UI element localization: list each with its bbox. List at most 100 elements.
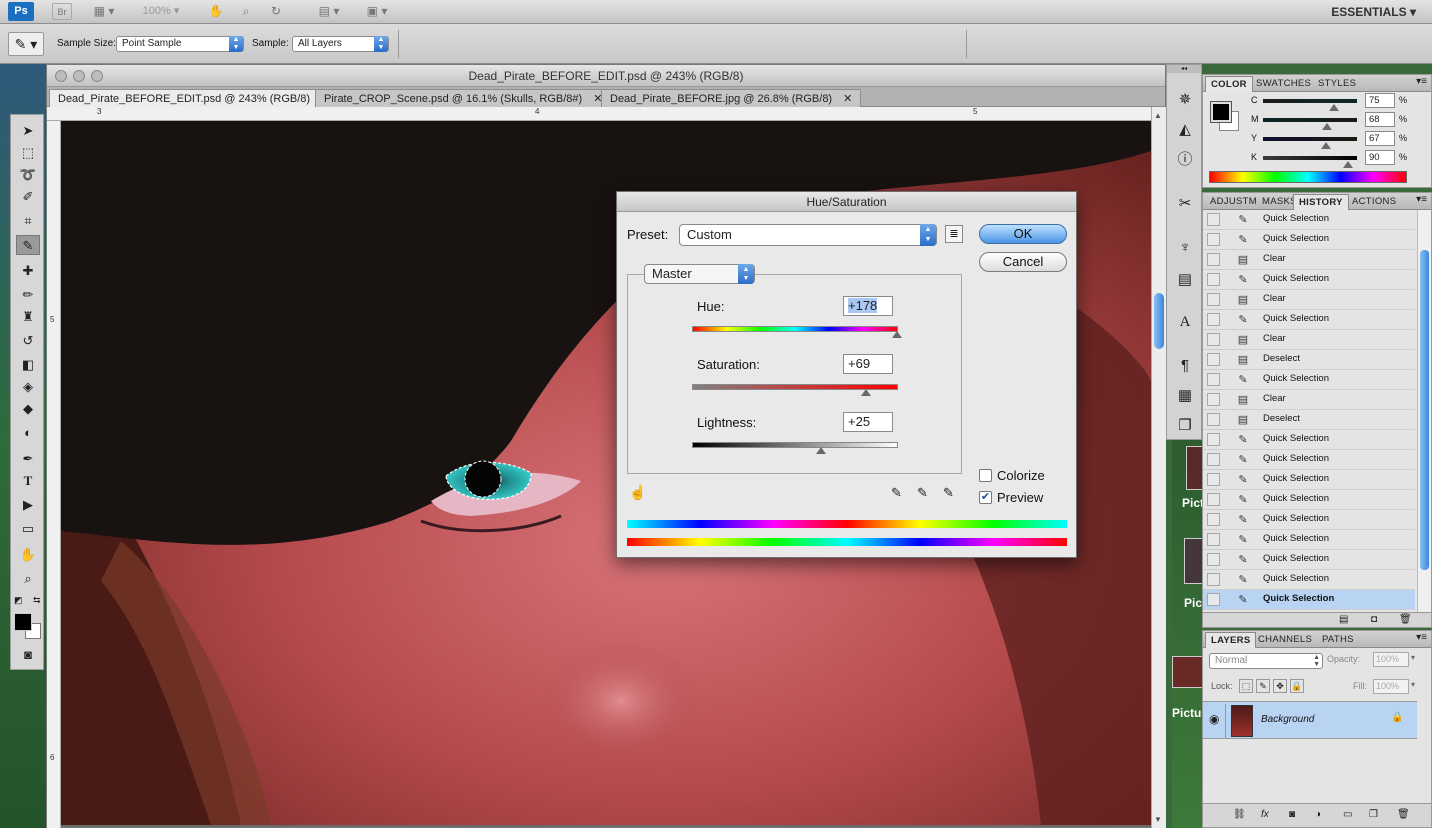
magenta-input[interactable]: 68	[1365, 112, 1395, 127]
saturation-input[interactable]: +69	[843, 354, 893, 374]
new-group-icon[interactable]: ▭	[1343, 809, 1352, 820]
history-state-row[interactable]: ✎ Quick Selection	[1203, 590, 1415, 610]
tab-adjustments[interactable]: ADJUSTM	[1205, 194, 1262, 210]
yellow-slider[interactable]	[1263, 137, 1357, 141]
layer-name[interactable]: Background	[1261, 714, 1314, 725]
trash-icon[interactable]: 🗑	[1397, 809, 1410, 820]
cyan-input[interactable]: 75	[1365, 93, 1395, 108]
hand-tool-icon[interactable]: ✋	[206, 3, 226, 20]
history-state-row[interactable]: ▤ Deselect	[1203, 350, 1415, 370]
preset-options-icon[interactable]: ≣	[945, 225, 963, 243]
history-brush-source-box[interactable]	[1207, 293, 1220, 306]
hue-input[interactable]: +178	[843, 296, 893, 316]
foreground-color-swatch[interactable]	[1210, 101, 1232, 123]
history-state-row[interactable]: ✎ Quick Selection	[1203, 470, 1415, 490]
history-state-row[interactable]: ✎ Quick Selection	[1203, 530, 1415, 550]
layer-row[interactable]: ◉ Background 🔒	[1203, 701, 1417, 739]
history-state-row[interactable]: ▤ Clear	[1203, 290, 1415, 310]
tab-paths[interactable]: PATHS	[1317, 632, 1359, 648]
lasso-tool-icon[interactable]: ➰	[16, 165, 40, 185]
history-brush-source-box[interactable]	[1207, 273, 1220, 286]
lightness-slider-track[interactable]	[692, 442, 898, 448]
lightness-slider-thumb[interactable]	[815, 447, 826, 454]
history-state-row[interactable]: ▤ Clear	[1203, 330, 1415, 350]
sample-dropdown[interactable]: All Layers ▲ ▼	[292, 36, 389, 52]
brush-presets-icon[interactable]: ✂	[1174, 193, 1196, 215]
lock-position-icon[interactable]: ✥	[1273, 679, 1287, 693]
history-state-row[interactable]: ✎ Quick Selection	[1203, 230, 1415, 250]
opacity-dropdown-icon[interactable]: ▾	[1411, 653, 1415, 662]
collapse-icon[interactable]: ◂◂	[1167, 65, 1201, 73]
type-tool-icon[interactable]: T	[16, 471, 40, 491]
history-state-row[interactable]: ✎ Quick Selection	[1203, 270, 1415, 290]
eraser-tool-icon[interactable]: ◧	[16, 355, 40, 375]
ok-button[interactable]: OK	[979, 224, 1067, 244]
cyan-slider[interactable]	[1263, 99, 1357, 103]
history-brush-source-box[interactable]	[1207, 313, 1220, 326]
eyedropper-preset-icon[interactable]: ✎ ▾	[8, 32, 44, 56]
history-brush-source-box[interactable]	[1207, 333, 1220, 346]
history-state-row[interactable]: ✎ Quick Selection	[1203, 210, 1415, 230]
layer-comps-icon[interactable]: ❐	[1174, 415, 1196, 437]
clone-source-icon[interactable]: ♆	[1174, 237, 1196, 259]
history-brush-source-box[interactable]	[1207, 253, 1220, 266]
color-ramp[interactable]	[1209, 171, 1407, 183]
cancel-button[interactable]: Cancel	[979, 252, 1067, 272]
history-state-row[interactable]: ▤ Clear	[1203, 390, 1415, 410]
workspace-switcher[interactable]: ESSENTIALS ▾	[1331, 0, 1416, 24]
tab-actions[interactable]: ACTIONS	[1347, 194, 1401, 210]
character-icon[interactable]: A	[1174, 311, 1196, 333]
history-brush-source-box[interactable]	[1207, 493, 1220, 506]
preview-checkbox[interactable]: ✔	[979, 491, 992, 504]
panel-menu-icon[interactable]: ▾≡	[1416, 194, 1427, 205]
history-state-row[interactable]: ✎ Quick Selection	[1203, 510, 1415, 530]
foreground-color-swatch[interactable]	[14, 613, 32, 631]
history-brush-source-box[interactable]	[1207, 433, 1220, 446]
history-brush-source-box[interactable]	[1207, 213, 1220, 226]
yellow-input[interactable]: 67	[1365, 131, 1395, 146]
tab-layers[interactable]: LAYERS	[1205, 632, 1257, 648]
snapshot-icon[interactable]: ◘	[1371, 614, 1377, 625]
history-brush-source-box[interactable]	[1207, 533, 1220, 546]
history-brush-source-box[interactable]	[1207, 413, 1220, 426]
document-tab[interactable]: Dead_Pirate_BEFORE_EDIT.psd @ 243% (RGB/…	[49, 89, 340, 107]
scrollbar-thumb[interactable]	[1154, 293, 1164, 349]
eyedropper-tool-icon[interactable]: ✎	[16, 235, 40, 255]
new-layer-icon[interactable]: ❐	[1369, 809, 1378, 820]
scroll-down-icon[interactable]: ▼	[1154, 815, 1162, 824]
tab-swatches[interactable]: SWATCHES	[1251, 76, 1316, 92]
quick-selection-tool-icon[interactable]: ✐	[16, 187, 40, 207]
hue-slider-thumb[interactable]	[891, 331, 902, 338]
desktop-file-label[interactable]: Pictu	[1172, 706, 1201, 720]
lock-transparency-icon[interactable]: ⬚	[1239, 679, 1253, 693]
history-state-row[interactable]: ▤ Deselect	[1203, 410, 1415, 430]
zoom-tool-icon[interactable]: ⌕	[236, 3, 256, 20]
healing-brush-tool-icon[interactable]: ✚	[16, 261, 40, 281]
document-tab[interactable]: Pirate_CROP_Scene.psd @ 16.1% (Skulls, R…	[315, 89, 612, 107]
targeted-adjustment-hand-icon[interactable]: ☝	[629, 484, 646, 501]
scroll-up-icon[interactable]: ▲	[1154, 111, 1162, 120]
tab-color[interactable]: COLOR	[1205, 76, 1253, 92]
swap-colors-icon[interactable]: ⇆	[33, 595, 41, 606]
eye-icon[interactable]: ◉	[1209, 712, 1219, 726]
crop-tool-icon[interactable]: ⌗	[16, 211, 40, 231]
navigator-icon[interactable]: ✵	[1174, 89, 1196, 111]
scrollbar-thumb[interactable]	[1420, 250, 1429, 570]
fill-input[interactable]: 100%	[1373, 679, 1409, 694]
marquee-tool-icon[interactable]: ⬚	[16, 143, 40, 163]
sample-size-dropdown[interactable]: Point Sample ▲ ▼	[116, 36, 244, 52]
black-slider-thumb[interactable]	[1342, 161, 1353, 168]
tool-presets-icon[interactable]: ▤	[1174, 269, 1196, 291]
saturation-slider-thumb[interactable]	[861, 389, 872, 396]
history-state-row[interactable]: ▤ Clear	[1203, 250, 1415, 270]
paragraph-icon[interactable]: ¶	[1174, 355, 1196, 377]
history-brush-source-box[interactable]	[1207, 373, 1220, 386]
history-scrollbar[interactable]	[1417, 210, 1431, 612]
history-brush-source-box[interactable]	[1207, 553, 1220, 566]
history-state-row[interactable]: ✎ Quick Selection	[1203, 430, 1415, 450]
layer-style-icon[interactable]: fx	[1261, 809, 1269, 820]
info-icon[interactable]: ⓘ	[1174, 149, 1196, 171]
panel-menu-icon[interactable]: ▾≡	[1416, 632, 1427, 643]
history-state-row[interactable]: ✎ Quick Selection	[1203, 490, 1415, 510]
hand-tool-icon[interactable]: ✋	[16, 545, 40, 565]
